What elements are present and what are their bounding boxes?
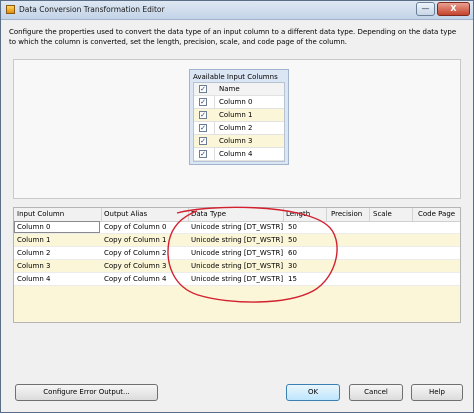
configure-error-output-button[interactable]: Configure Error Output... [15, 384, 158, 401]
help-button[interactable]: Help [411, 384, 463, 401]
cancel-button[interactable]: Cancel [349, 384, 403, 401]
ok-button[interactable]: OK [286, 384, 340, 401]
annotation-stroke [167, 206, 338, 303]
editor-window: Data Conversion Transformation Editor — … [0, 0, 474, 413]
red-annotation-circle [167, 206, 338, 303]
